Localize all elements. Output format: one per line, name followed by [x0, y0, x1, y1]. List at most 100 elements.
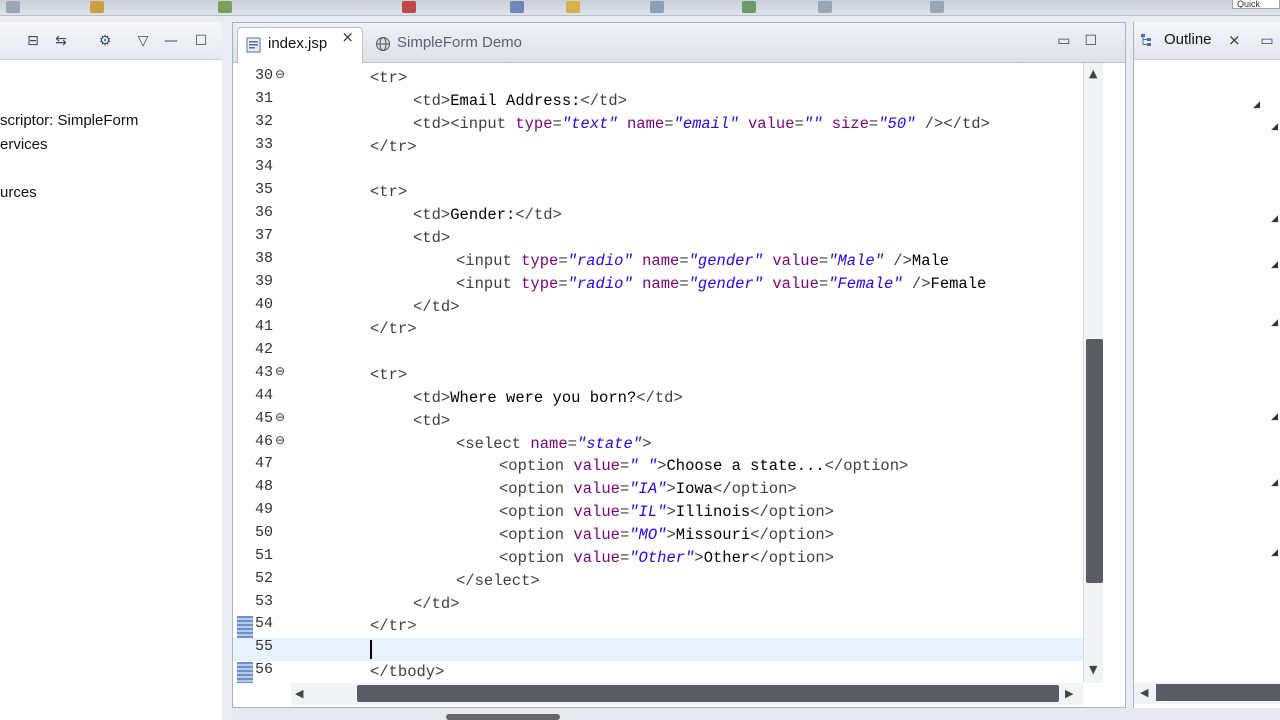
- code-content: <input type="radio" name="gender" value=…: [456, 274, 987, 293]
- code-line[interactable]: 32 <td><input type="text" name="email" va…: [233, 113, 1083, 136]
- minimize-icon[interactable]: ▭: [1258, 32, 1276, 50]
- code-line[interactable]: 44 <td>Where were you born?</td>: [233, 387, 1083, 410]
- vertical-scrollbar[interactable]: ▲ ▼: [1083, 63, 1103, 683]
- fold-toggle-icon[interactable]: ⊖: [275, 433, 285, 447]
- toolbar-icon[interactable]: [742, 1, 756, 13]
- code-line[interactable]: 51 <option value="Other">Other</option>: [233, 547, 1083, 570]
- scroll-down-icon[interactable]: ▼: [1089, 663, 1097, 676]
- code-line[interactable]: 34: [233, 158, 1083, 181]
- fold-toggle-icon[interactable]: ⊖: [275, 410, 285, 424]
- outline-title[interactable]: Outline: [1164, 31, 1212, 48]
- toolbar-icon[interactable]: [6, 1, 20, 13]
- maximize-icon[interactable]: ☐: [1084, 33, 1111, 49]
- close-icon[interactable]: ×: [341, 28, 354, 46]
- scroll-right-icon[interactable]: ▶: [1065, 687, 1073, 700]
- code-line[interactable]: 39 <input type="radio" name="gender" valu…: [233, 273, 1083, 296]
- code-line[interactable]: 36 <td>Gender:</td>: [233, 204, 1083, 227]
- outline-scroll-thumb[interactable]: [1156, 684, 1280, 701]
- code-line[interactable]: 47 <option value=" ">Choose a state...</o…: [233, 455, 1083, 478]
- minimize-icon[interactable]: —: [162, 32, 180, 50]
- code-line[interactable]: 33 </tr>: [233, 136, 1083, 159]
- code-line[interactable]: 31 <td>Email Address:</td>: [233, 90, 1083, 113]
- vertical-scroll-thumb[interactable]: [1086, 339, 1103, 583]
- link-editor-icon[interactable]: ⇆: [52, 32, 70, 50]
- scroll-up-icon[interactable]: ▲: [1089, 67, 1097, 80]
- line-number: 50: [255, 524, 274, 541]
- code-line[interactable]: 45 ⊖ <td>: [233, 410, 1083, 433]
- code-content: <tr>: [370, 183, 408, 202]
- line-number: 36: [255, 204, 274, 222]
- horizontal-scroll-thumb[interactable]: [357, 685, 1059, 702]
- outline-panel: Outline × ▭ ◢ ◢ ◢ ◢ ◢ ◢ ◢ ◢ ◀: [1133, 22, 1280, 708]
- tree-item-deployment-descriptor[interactable]: scriptor: SimpleForm: [0, 112, 138, 129]
- toolbar-icon[interactable]: [90, 1, 104, 13]
- line-number: 51: [255, 546, 274, 564]
- code-content: <select name="state">: [456, 434, 652, 453]
- code-line[interactable]: 41 </tr>: [233, 318, 1083, 341]
- maximize-icon[interactable]: ☐: [192, 32, 210, 50]
- view-menu-icon[interactable]: ▽: [134, 32, 152, 50]
- code-content: </select>: [456, 571, 540, 590]
- line-number: 39: [255, 272, 274, 290]
- jsp-file-icon: [246, 37, 261, 53]
- code-line[interactable]: 40 </td>: [233, 296, 1083, 319]
- toolbar-icon[interactable]: [930, 1, 944, 13]
- fold-toggle-icon[interactable]: ⊖: [275, 364, 285, 378]
- tab-label: SimpleForm Demo: [397, 34, 523, 51]
- code-line[interactable]: 50 <option value="MO">Missouri</option>: [233, 524, 1083, 547]
- code-line[interactable]: 56 </tbody>: [233, 661, 1083, 683]
- code-line[interactable]: 54 </tr>: [233, 615, 1083, 638]
- code-text-area[interactable]: 30 ⊖ <tr> 31 <td>Email Address:</td> 32 <td><i…: [233, 63, 1083, 683]
- outline-icon: [1141, 34, 1151, 46]
- globe-icon: [376, 37, 390, 51]
- code-line[interactable]: 46 ⊖ <select name="state">: [233, 433, 1083, 456]
- code-line[interactable]: 38 <input type="radio" name="gender" valu…: [233, 250, 1083, 273]
- status-progress-thumb: [446, 714, 560, 720]
- minimize-icon[interactable]: ▭: [1057, 33, 1084, 49]
- filter-icon[interactable]: ⚙: [96, 32, 114, 50]
- code-content: <tr>: [370, 69, 408, 87]
- tree-item-resources[interactable]: urces: [0, 184, 37, 201]
- tree-item-web-services[interactable]: ervices: [0, 136, 48, 153]
- toolbar-icon[interactable]: [818, 1, 832, 13]
- code-content: <td>: [413, 228, 451, 247]
- quick-access-input[interactable]: Quick: [1232, 0, 1280, 9]
- collapse-arrow-icon[interactable]: ◢: [1253, 100, 1260, 110]
- tab-index-jsp[interactable]: index.jsp ×: [237, 27, 363, 63]
- fold-toggle-icon[interactable]: ⊖: [275, 67, 285, 81]
- line-number: 55: [255, 638, 274, 656]
- code-content: </tr>: [370, 320, 417, 339]
- code-line[interactable]: 35 <tr>: [233, 181, 1083, 204]
- collapse-all-icon[interactable]: ⊟: [24, 32, 42, 50]
- horizontal-scrollbar[interactable]: ◀ ▶: [291, 683, 1083, 705]
- outline-horizontal-scrollbar[interactable]: ◀: [1134, 682, 1280, 704]
- toolbar-icon[interactable]: [650, 1, 664, 13]
- main-toolbar: Quick: [0, 0, 1280, 16]
- scroll-left-icon[interactable]: ◀: [295, 687, 303, 700]
- toolbar-icon[interactable]: [402, 1, 416, 13]
- code-line[interactable]: 37 <td>: [233, 227, 1083, 250]
- code-line[interactable]: 55: [233, 638, 1083, 662]
- toolbar-icon[interactable]: [566, 1, 580, 13]
- code-content: </tbody>: [370, 663, 445, 682]
- scroll-left-icon[interactable]: ◀: [1140, 686, 1148, 699]
- line-number: 32: [255, 112, 274, 130]
- code-line[interactable]: 43 ⊖ <tr>: [233, 364, 1083, 387]
- code-content: <option value="Other">Other</option>: [499, 548, 834, 567]
- code-line[interactable]: 30 ⊖ <tr>: [233, 67, 1083, 90]
- toolbar-icon[interactable]: [510, 1, 524, 13]
- code-line[interactable]: 42: [233, 341, 1083, 364]
- line-number: 42: [255, 341, 274, 359]
- close-icon[interactable]: ×: [1228, 31, 1241, 49]
- code-content: <tr>: [370, 366, 408, 385]
- code-content: <td>Email Address:</td>: [413, 91, 627, 110]
- code-line[interactable]: 52 </select>: [233, 570, 1083, 593]
- code-line[interactable]: 48 <option value="IA">Iowa</option>: [233, 478, 1083, 501]
- code-content: </tr>: [370, 137, 417, 156]
- tab-simpleform-demo[interactable]: SimpleForm Demo: [367, 27, 567, 63]
- code-line[interactable]: 53 </td>: [233, 593, 1083, 616]
- tree-arrow-icon: ◢: [1271, 260, 1278, 270]
- code-line[interactable]: 49 <option value="IL">Illinois</option>: [233, 501, 1083, 524]
- code-content: <option value="IA">Iowa</option>: [499, 480, 797, 499]
- toolbar-icon[interactable]: [218, 1, 232, 13]
